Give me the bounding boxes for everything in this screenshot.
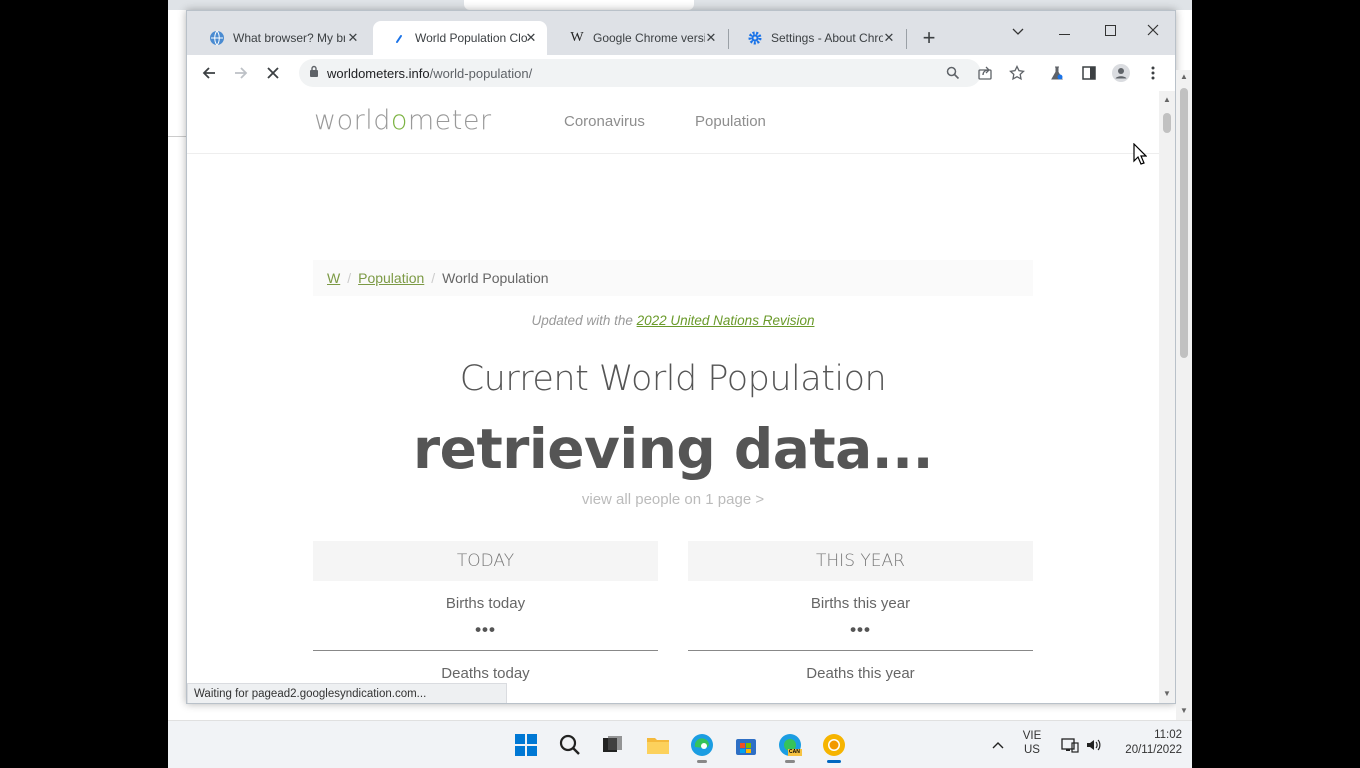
un-revision-link[interactable]: 2022 United Nations Revision	[637, 313, 815, 328]
running-indicator	[697, 760, 707, 763]
clock-date: 20/11/2022	[1125, 744, 1182, 756]
stat-heading-today: TODAY	[313, 541, 658, 581]
wikipedia-icon: W	[570, 30, 584, 45]
stat-divider	[688, 650, 1033, 651]
forward-arrow-icon[interactable]	[227, 59, 255, 87]
status-bubble: Waiting for pagead2.googlesyndication.co…	[187, 683, 508, 703]
chrome-window: What browser? My browser? ✕ World Popula…	[186, 10, 1176, 704]
tab-world-population[interactable]: World Population Clock ✕	[373, 21, 547, 55]
breadcrumb-home-link[interactable]: W	[327, 270, 340, 286]
tab-separator	[906, 29, 907, 49]
births-today-label: Births today	[445, 595, 526, 612]
running-indicator	[785, 760, 795, 763]
tab-title: World Population Clock	[415, 31, 527, 45]
address-bar[interactable]: worldometers.info/world-population/	[299, 59, 981, 87]
minimize-button[interactable]	[1041, 17, 1087, 45]
web-page: worldometer Coronavirus Population W / P…	[187, 91, 1159, 703]
url-path: /world-population/	[429, 65, 533, 81]
page-title: Current World Population	[459, 359, 887, 399]
page-scrollbar[interactable]: ▲ ▼	[1159, 91, 1175, 703]
scroll-thumb[interactable]	[1163, 113, 1171, 133]
worldometer-logo[interactable]: worldometer	[314, 105, 492, 136]
volume-icon[interactable]	[1080, 731, 1108, 759]
search-icon[interactable]	[941, 61, 965, 85]
mouse-cursor-icon	[1133, 142, 1148, 170]
view-all-people-link[interactable]: view all people on 1 page >	[187, 491, 1159, 508]
profile-avatar-icon[interactable]	[1109, 61, 1133, 85]
deaths-today-label: Deaths today	[441, 665, 530, 682]
lock-icon[interactable]	[309, 64, 319, 82]
scroll-up-arrow-icon[interactable]: ▲	[1163, 95, 1171, 104]
site-header: worldometer Coronavirus Population	[187, 91, 1159, 154]
tab-title: Google Chrome version history	[593, 31, 705, 45]
browser-toolbar: worldometers.info/world-population/	[187, 55, 1175, 92]
tab-what-browser[interactable]: What browser? My browser? ✕	[191, 21, 369, 55]
active-indicator	[827, 760, 841, 763]
stats-this-year: THIS YEAR Births this year ••• Deaths th…	[688, 541, 1033, 682]
breadcrumb: W / Population / World Population	[313, 260, 1033, 296]
population-counter: retrieving data...	[413, 417, 933, 481]
breadcrumb-separator: /	[347, 270, 352, 286]
stop-loading-icon[interactable]	[259, 59, 287, 87]
close-tab-icon[interactable]: ✕	[523, 30, 539, 46]
breadcrumb-population-link[interactable]: Population	[358, 270, 424, 286]
outer-scroll-down-icon[interactable]: ▼	[1180, 706, 1188, 715]
loading-icon	[391, 30, 407, 46]
show-hidden-icons-chevron-icon[interactable]	[984, 731, 1012, 759]
stat-heading-this-year: THIS YEAR	[688, 541, 1033, 581]
clock[interactable]: 11:02 20/11/2022	[1112, 729, 1182, 756]
close-tab-icon[interactable]: ✕	[881, 30, 897, 46]
new-tab-button[interactable]: +	[915, 25, 943, 53]
clock-time: 11:02	[1154, 729, 1182, 741]
close-window-button[interactable]	[1130, 17, 1176, 45]
stats-today: TODAY Births today ••• Deaths today	[313, 541, 658, 682]
close-tab-icon[interactable]: ✕	[703, 30, 719, 46]
file-explorer-icon[interactable]	[644, 731, 672, 759]
url-domain: worldometers.info	[327, 65, 430, 81]
microsoft-store-icon[interactable]	[732, 731, 760, 759]
desktop: What browser? My browser? ✕ World Popula…	[168, 0, 1192, 768]
edge-canary-icon[interactable]: CAN	[776, 731, 804, 763]
edge-browser-icon[interactable]	[688, 731, 716, 763]
share-icon[interactable]	[973, 61, 997, 85]
scroll-down-arrow-icon[interactable]: ▼	[1163, 689, 1171, 698]
settings-gear-icon	[747, 30, 763, 46]
updated-note: Updated with the 2022 United Nations Rev…	[531, 313, 815, 328]
breadcrumb-separator: /	[431, 270, 436, 286]
kebab-menu-icon[interactable]	[1141, 61, 1165, 85]
background-window-tab	[464, 0, 694, 10]
births-today-value: •••	[475, 620, 496, 639]
births-this-year-value: •••	[850, 620, 871, 639]
close-tab-icon[interactable]: ✕	[345, 30, 361, 46]
deaths-this-year-label: Deaths this year	[806, 665, 915, 682]
canary-badge: CAN	[789, 749, 800, 755]
tab-strip: What browser? My browser? ✕ World Popula…	[187, 11, 1175, 55]
tab-title: Settings - About Chrome	[771, 31, 883, 45]
outer-scroll-up-icon[interactable]: ▲	[1180, 72, 1188, 81]
tab-chrome-version-history[interactable]: W Google Chrome version history ✕	[551, 21, 727, 55]
labs-flask-icon[interactable]	[1045, 61, 1069, 85]
births-this-year-label: Births this year	[810, 595, 911, 612]
maximize-button[interactable]	[1087, 17, 1133, 45]
nav-link-coronavirus[interactable]: Coronavirus	[564, 113, 645, 130]
tab-settings-about-chrome[interactable]: Settings - About Chrome ✕	[729, 21, 905, 55]
task-view-icon[interactable]	[599, 731, 627, 759]
outer-scroll-thumb[interactable]	[1180, 88, 1188, 358]
stat-divider	[313, 650, 658, 651]
outer-scrollbar[interactable]: ▲ ▼	[1176, 70, 1192, 720]
tab-title: What browser? My browser?	[233, 31, 345, 45]
taskbar: CAN VIE US 11:02 20/11/2022	[168, 720, 1192, 768]
breadcrumb-current: World Population	[442, 270, 549, 286]
tab-search-chevron-icon[interactable]	[995, 17, 1041, 45]
language-indicator[interactable]: VIE US	[1020, 730, 1044, 756]
back-arrow-icon[interactable]	[195, 59, 223, 87]
bookmark-star-icon[interactable]	[1005, 61, 1029, 85]
nav-link-population[interactable]: Population	[695, 113, 766, 130]
side-panel-icon[interactable]	[1077, 61, 1101, 85]
globe-icon	[209, 30, 225, 46]
search-icon[interactable]	[556, 731, 584, 759]
background-divider	[168, 136, 186, 137]
start-windows-icon[interactable]	[512, 731, 540, 759]
chrome-canary-icon[interactable]	[820, 731, 848, 763]
